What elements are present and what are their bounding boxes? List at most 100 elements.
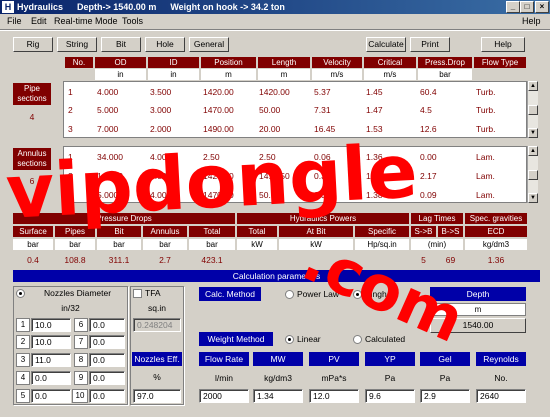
nozzle-input[interactable]: 0.0 bbox=[89, 318, 125, 332]
cell: 7.31 bbox=[314, 105, 331, 115]
radio-icon[interactable] bbox=[285, 335, 294, 344]
cell: 0.37 bbox=[314, 171, 331, 181]
nozzle-input[interactable]: 0.0 bbox=[89, 335, 125, 349]
param-unit: Pa bbox=[439, 373, 451, 383]
eff-input[interactable]: 97.0 bbox=[133, 389, 181, 403]
group-header: Hydraulics Powers bbox=[237, 213, 409, 224]
bit-button[interactable]: Bit bbox=[101, 37, 141, 52]
general-button[interactable]: General bbox=[189, 37, 229, 52]
menu-edit[interactable]: Edit bbox=[31, 15, 47, 27]
cell: 1.53 bbox=[366, 124, 383, 134]
separator bbox=[0, 29, 550, 31]
col-header: ID bbox=[148, 57, 199, 68]
col-header: Total bbox=[189, 226, 235, 237]
help-button[interactable]: Help bbox=[481, 37, 525, 52]
print-button[interactable]: Print bbox=[410, 37, 450, 52]
group-header: Pressure Drops bbox=[13, 213, 235, 224]
cell: 2.50 bbox=[203, 152, 220, 162]
pipe-scrollbar[interactable]: ▲ ▼ bbox=[527, 81, 538, 138]
nozzle-input[interactable]: 10.0 bbox=[31, 335, 71, 349]
annulus-scrollbar[interactable]: ▲ ▼ bbox=[527, 146, 538, 203]
nozzles-diameter-option[interactable]: Nozzles Diameter bbox=[16, 288, 111, 298]
cell: 0.00 bbox=[420, 152, 437, 162]
param-unit: l/min bbox=[215, 373, 233, 383]
mw-input[interactable]: 1.34 bbox=[253, 389, 303, 403]
calc-params-title: Calculation parameters bbox=[13, 270, 540, 282]
scroll-up-icon[interactable]: ▲ bbox=[528, 146, 538, 156]
rig-button[interactable]: Rig bbox=[13, 37, 53, 52]
cell: Turb. bbox=[476, 105, 496, 115]
cell: 12.6 bbox=[420, 124, 437, 134]
param-label: Flow Rate bbox=[199, 352, 249, 366]
scroll-thumb[interactable] bbox=[528, 105, 538, 115]
nozzle-input[interactable]: 10.0 bbox=[31, 318, 71, 332]
col-header: Flow Type bbox=[474, 57, 526, 68]
param-unit: No. bbox=[494, 373, 508, 383]
result-value: 69 bbox=[445, 255, 456, 265]
scroll-up-icon[interactable]: ▲ bbox=[528, 81, 538, 91]
power-law-option[interactable]: Power Law bbox=[285, 289, 339, 299]
menu-tools[interactable]: Tools bbox=[122, 15, 143, 27]
param-label: Reynolds bbox=[476, 352, 526, 366]
cell: 5.000 bbox=[97, 105, 119, 115]
nozzle-input[interactable]: 0.0 bbox=[89, 353, 125, 367]
pv-input[interactable]: 12.0 bbox=[309, 389, 359, 403]
hole-button[interactable]: Hole bbox=[145, 37, 185, 52]
nozzle-input[interactable]: 0.0 bbox=[89, 371, 125, 385]
calculate-button[interactable]: Calculate bbox=[366, 37, 406, 52]
result-value: 0.4 bbox=[27, 255, 39, 265]
scroll-thumb[interactable] bbox=[528, 170, 538, 180]
col-header: Critical bbox=[364, 57, 416, 68]
depth-value[interactable]: 1540.00 bbox=[430, 318, 526, 333]
checkbox-icon[interactable] bbox=[133, 289, 142, 298]
calculated-label: Calculated bbox=[365, 334, 406, 344]
minimize-button[interactable]: _ bbox=[506, 1, 520, 13]
col-header: Surface bbox=[13, 226, 53, 237]
nozzle-number: 2 bbox=[16, 335, 30, 349]
cell: 1 bbox=[68, 87, 73, 97]
cell: Turb. bbox=[476, 87, 496, 97]
radio-icon[interactable] bbox=[285, 290, 294, 299]
nozzle-input[interactable]: 0.0 bbox=[89, 389, 125, 403]
linear-option[interactable]: Linear bbox=[285, 334, 321, 344]
nozzle-number: 10 bbox=[72, 389, 88, 403]
nozzle-input[interactable]: 0.0 bbox=[31, 389, 71, 403]
cell: 0.38 bbox=[314, 190, 331, 200]
radio-icon[interactable] bbox=[16, 289, 25, 298]
calculated-option[interactable]: Calculated bbox=[353, 334, 405, 344]
close-button[interactable]: × bbox=[535, 1, 549, 13]
annulus-sections-list[interactable] bbox=[63, 146, 527, 203]
tfa-option[interactable]: TFA bbox=[133, 288, 161, 298]
radio-icon[interactable] bbox=[353, 335, 362, 344]
cell: 1420.00 bbox=[203, 171, 234, 181]
string-button[interactable]: String bbox=[57, 37, 97, 52]
linear-label: Linear bbox=[297, 334, 321, 344]
nozzle-input[interactable]: 11.0 bbox=[31, 353, 71, 367]
scroll-down-icon[interactable]: ▼ bbox=[528, 193, 538, 203]
col-unit: in bbox=[148, 69, 199, 80]
cell: 1490.00 bbox=[203, 124, 234, 134]
annulus-sections-label[interactable]: Annulus sections bbox=[13, 148, 51, 170]
reynolds-input[interactable]: 2640 bbox=[476, 389, 526, 403]
bingham-option[interactable]: Bingham bbox=[353, 289, 399, 299]
nozzle-number: 9 bbox=[74, 371, 88, 385]
result-value: 5 bbox=[421, 255, 426, 265]
menu-bar: File Edit Real-time Mode Tools Help bbox=[0, 14, 550, 28]
col-header: Bit bbox=[97, 226, 141, 237]
weight-method-label: Weight Method bbox=[199, 332, 273, 346]
menu-realtime[interactable]: Real-time Mode bbox=[54, 15, 118, 27]
gel-input[interactable]: 2.9 bbox=[420, 389, 470, 403]
pipe-sections-list[interactable] bbox=[63, 81, 527, 138]
radio-icon[interactable] bbox=[353, 290, 362, 299]
yp-input[interactable]: 9.6 bbox=[365, 389, 415, 403]
menu-file[interactable]: File bbox=[7, 15, 22, 27]
menu-help[interactable]: Help bbox=[522, 15, 541, 27]
scroll-down-icon[interactable]: ▼ bbox=[528, 128, 538, 138]
pipe-sections-label[interactable]: Pipe sections bbox=[13, 83, 51, 105]
flow-rate-input[interactable]: 2000 bbox=[199, 389, 249, 403]
calc-method-label: Calc. Method bbox=[199, 287, 261, 301]
nozzle-input[interactable]: 0.0 bbox=[31, 371, 71, 385]
tfa-input[interactable]: 0.248204 bbox=[133, 318, 181, 332]
maximize-button[interactable]: □ bbox=[520, 1, 534, 13]
group-header: Lag Times bbox=[411, 213, 463, 224]
